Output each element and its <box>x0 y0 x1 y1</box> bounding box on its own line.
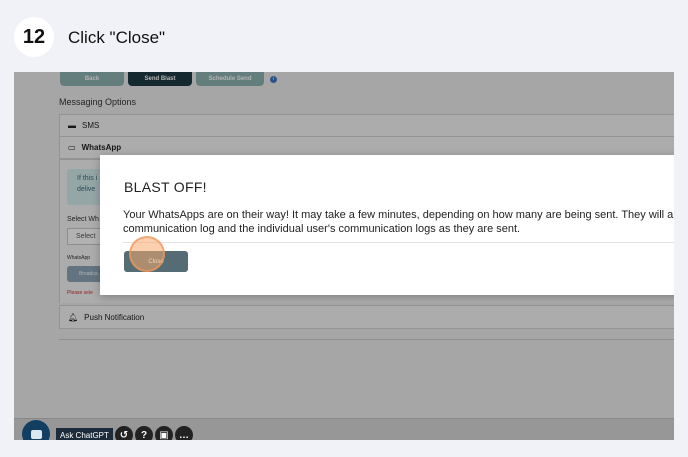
save-icon[interactable]: ▣ <box>155 426 173 440</box>
step-title: Click "Close" <box>68 28 166 47</box>
modal-divider <box>123 242 674 243</box>
ask-chatgpt-button[interactable]: Ask ChatGPT <box>56 428 113 440</box>
modal-message-line: communication log and the individual use… <box>123 223 521 235</box>
modal-title: BLAST OFF! <box>124 179 207 195</box>
blast-off-modal: BLAST OFF! Your WhatsApps are on their w… <box>100 155 674 295</box>
chat-launcher-button[interactable] <box>22 420 50 440</box>
modal-message-line: Your WhatsApps are on their way! It may … <box>123 209 674 221</box>
modal-message: Your WhatsApps are on their way! It may … <box>123 208 674 236</box>
history-icon[interactable]: ↺ <box>115 426 133 440</box>
app-screenshot: Back Send Blast Schedule Send i Messagin… <box>14 72 674 440</box>
close-button[interactable]: Close <box>124 251 188 272</box>
step-badge: 12 <box>14 17 54 57</box>
more-icon[interactable]: … <box>175 426 193 440</box>
help-icon[interactable]: ? <box>135 426 153 440</box>
chat-icon <box>30 429 42 439</box>
